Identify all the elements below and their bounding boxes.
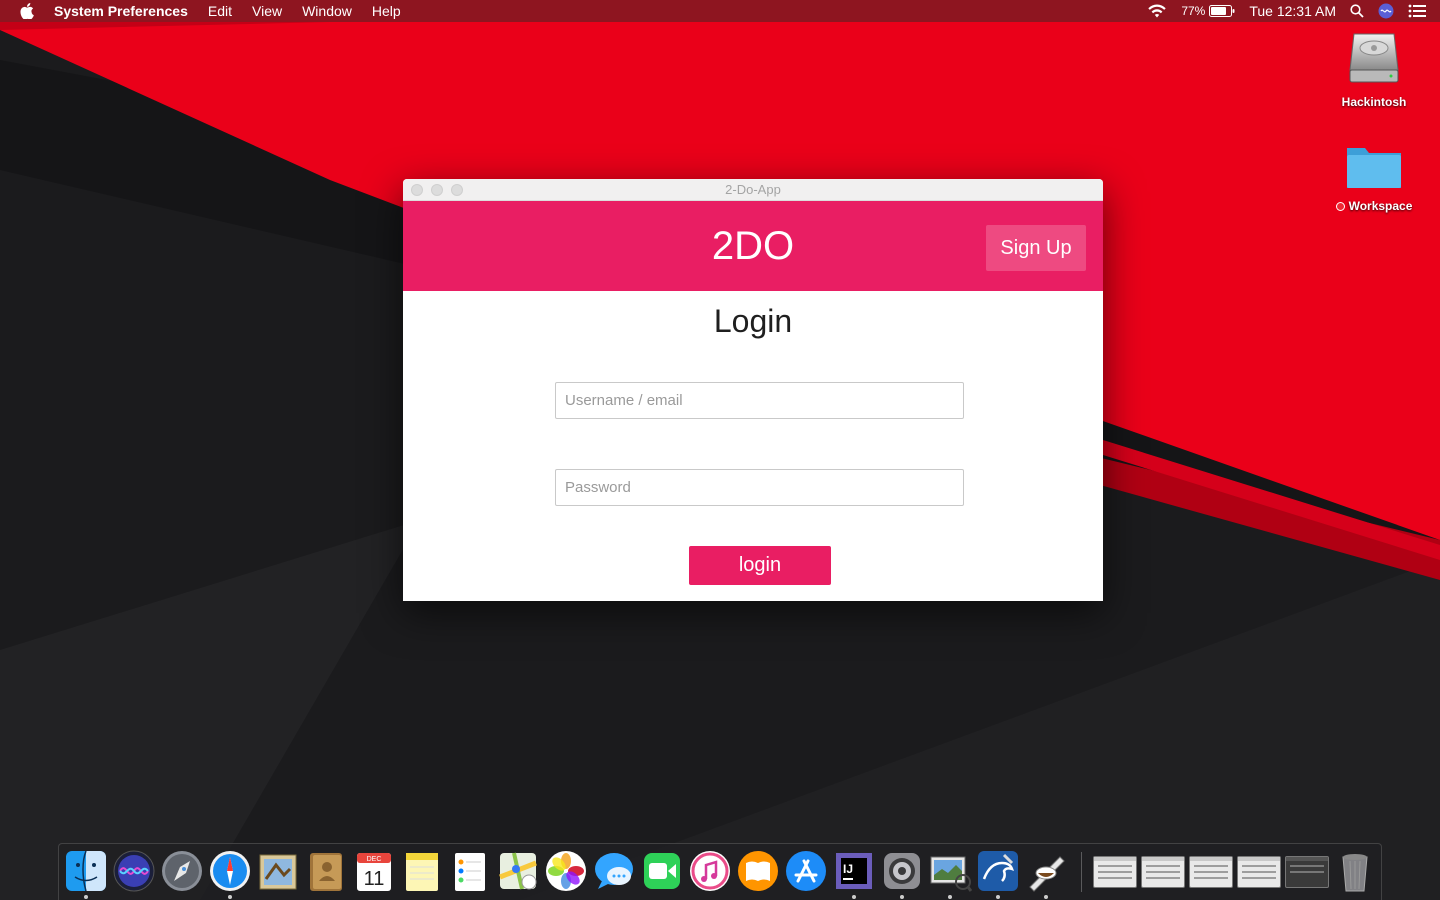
- menu-app-name[interactable]: System Preferences: [54, 0, 198, 22]
- minimized-window-thumbnail[interactable]: [1285, 856, 1329, 888]
- running-indicator: [996, 895, 1000, 899]
- contacts-icon[interactable]: [304, 849, 348, 893]
- calendar-day: 11: [364, 868, 385, 890]
- menu-bar: System Preferences Edit View Window Help…: [0, 0, 1440, 22]
- safari-icon[interactable]: [208, 849, 252, 893]
- system-preferences-icon[interactable]: [880, 849, 924, 893]
- username-email-input[interactable]: [555, 382, 964, 419]
- reminders-icon[interactable]: [448, 849, 492, 893]
- desktop-icon-hackintosh[interactable]: Hackintosh: [1324, 28, 1424, 109]
- ibooks-icon[interactable]: [736, 849, 780, 893]
- close-window-button[interactable]: [411, 184, 423, 196]
- zoom-window-button[interactable]: [451, 184, 463, 196]
- menu-help[interactable]: Help: [362, 0, 411, 22]
- dock: DEC 11 IJ: [58, 843, 1382, 900]
- login-button[interactable]: login: [689, 546, 831, 585]
- running-indicator: [948, 895, 952, 899]
- running-indicator: [228, 895, 232, 899]
- menu-edit[interactable]: Edit: [198, 0, 242, 22]
- window-title: 2-Do-App: [725, 182, 781, 197]
- mail-icon[interactable]: [256, 849, 300, 893]
- running-indicator: [84, 895, 88, 899]
- minimized-window-thumbnail[interactable]: [1237, 856, 1281, 888]
- itunes-icon[interactable]: [688, 849, 732, 893]
- preview-icon[interactable]: [928, 849, 973, 893]
- battery-icon: [1209, 5, 1235, 17]
- desktop-icon-workspace[interactable]: Workspace: [1324, 142, 1424, 213]
- maps-icon[interactable]: [496, 849, 540, 893]
- photos-icon[interactable]: [544, 849, 588, 893]
- menu-view[interactable]: View: [242, 0, 292, 22]
- wifi-icon[interactable]: [1147, 4, 1167, 18]
- script-editor-icon[interactable]: [1024, 849, 1068, 893]
- minimized-window-thumbnail[interactable]: [1189, 856, 1233, 888]
- minimized-window-thumbnail[interactable]: [1141, 856, 1185, 888]
- app-window: 2-Do-App 2DO Sign Up Login login: [403, 179, 1103, 601]
- intellij-icon[interactable]: IJ: [832, 849, 876, 893]
- minimize-window-button[interactable]: [431, 184, 443, 196]
- battery-status[interactable]: 77%: [1181, 4, 1235, 18]
- notes-icon[interactable]: [400, 849, 444, 893]
- dock-separator: [1081, 852, 1082, 892]
- siri-icon[interactable]: [112, 849, 156, 893]
- desktop-icon-label: Hackintosh: [1341, 95, 1407, 109]
- hard-drive-icon: [1324, 28, 1424, 89]
- clock[interactable]: Tue 12:31 AM: [1249, 3, 1336, 19]
- color-tag-icon: [1335, 202, 1345, 211]
- facetime-icon[interactable]: [640, 849, 684, 893]
- sign-up-button[interactable]: Sign Up: [986, 225, 1086, 271]
- mysql-workbench-icon[interactable]: [976, 849, 1020, 893]
- login-heading: Login: [713, 303, 793, 339]
- intellij-label: IJ: [843, 862, 853, 876]
- app-store-icon[interactable]: [784, 849, 828, 893]
- battery-percent: 77%: [1181, 4, 1206, 18]
- app-header: 2DO Sign Up: [403, 201, 1103, 291]
- desktop-icon-label: Workspace: [1348, 199, 1413, 213]
- notification-center-icon[interactable]: [1408, 4, 1426, 18]
- spotlight-search-icon[interactable]: [1350, 4, 1364, 18]
- window-titlebar[interactable]: 2-Do-App: [403, 179, 1103, 201]
- siri-icon[interactable]: [1378, 3, 1394, 19]
- apple-menu-icon[interactable]: [18, 0, 36, 22]
- finder-icon[interactable]: [64, 849, 108, 893]
- calendar-icon[interactable]: DEC 11: [352, 849, 396, 893]
- menu-window[interactable]: Window: [292, 0, 362, 22]
- running-indicator: [852, 895, 856, 899]
- password-input[interactable]: [555, 469, 964, 506]
- minimized-window-thumbnail[interactable]: [1093, 856, 1137, 888]
- folder-icon: [1324, 142, 1424, 193]
- running-indicator: [900, 895, 904, 899]
- calendar-month: DEC: [367, 856, 382, 863]
- messages-icon[interactable]: [592, 849, 636, 893]
- running-indicator: [1044, 895, 1048, 899]
- trash-icon[interactable]: [1333, 849, 1377, 893]
- launchpad-icon[interactable]: [160, 849, 204, 893]
